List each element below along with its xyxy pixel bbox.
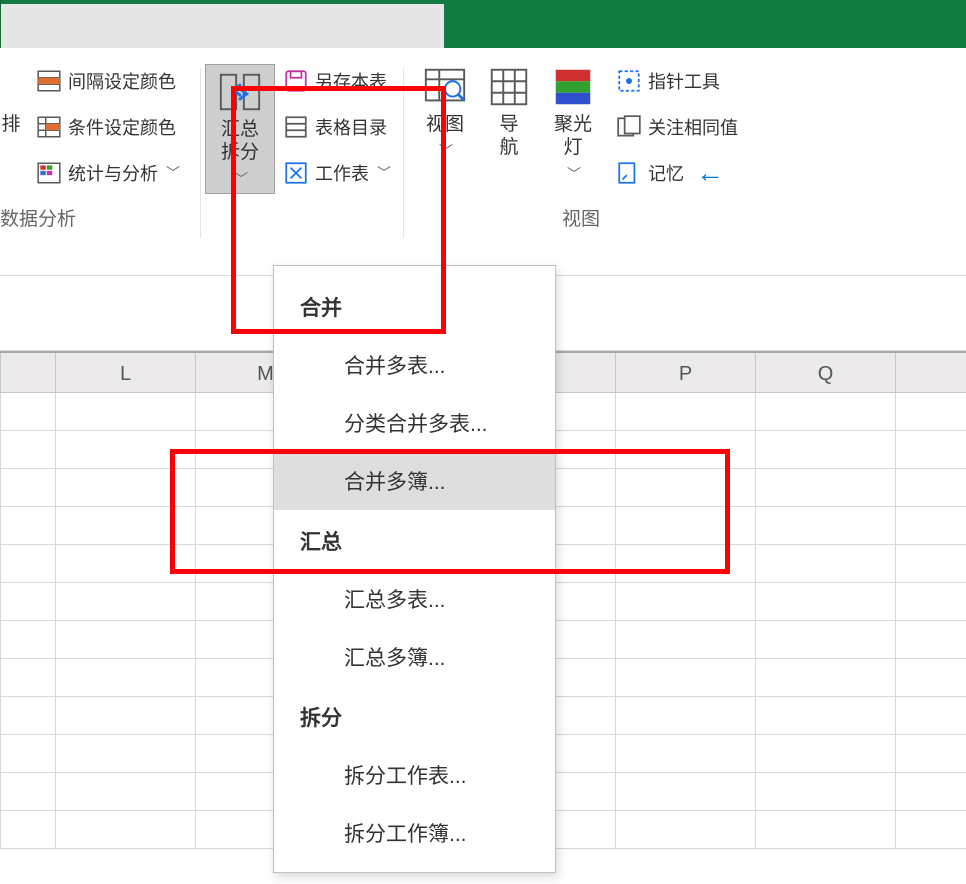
split-book-item[interactable]: 拆分工作簿...: [274, 804, 555, 862]
merge-books-item[interactable]: 合并多簿...: [274, 452, 555, 510]
titlebar-tab: [1, 0, 444, 48]
merge-sheets-item[interactable]: 合并多表...: [274, 336, 555, 394]
chevron-down-icon: ﹀: [234, 169, 248, 189]
grid-icon: [36, 68, 62, 94]
spotlight-button[interactable]: 聚光灯 ﹀: [544, 60, 602, 194]
view-label: 视图: [426, 114, 464, 137]
chevron-down-icon: ﹀: [439, 141, 453, 161]
spotlight-label: 聚光灯: [550, 114, 596, 160]
group1-label: 数据分析: [0, 194, 76, 241]
col-P[interactable]: P: [615, 353, 755, 393]
sheet-catalog-button[interactable]: 表格目录: [279, 108, 395, 146]
split-sheet-item[interactable]: 拆分工作表...: [274, 746, 555, 804]
sheet-catalog-label: 表格目录: [315, 114, 387, 140]
nav-label: 导航: [491, 114, 527, 160]
pointer-icon: [616, 68, 642, 94]
arrow-left-icon: ←: [696, 157, 724, 189]
view-button[interactable]: 视图 ﹀: [416, 60, 474, 194]
sum-sheets-item[interactable]: 汇总多表...: [274, 570, 555, 628]
worksheet-button[interactable]: 工作表 ﹀: [279, 154, 395, 192]
follow-icon: [616, 114, 642, 140]
worksheet-icon: [283, 160, 309, 186]
spotlight-icon: [550, 64, 596, 110]
group-data-analysis: 排 间隔设定颜色 条件设定颜色 统计与分析 ﹀: [0, 60, 196, 241]
nav-button[interactable]: 导航: [480, 60, 538, 194]
memory-label: 记忆: [648, 160, 684, 186]
follow-same-button[interactable]: 关注相同值: [612, 108, 742, 146]
dd-section-summary: 汇总: [274, 510, 555, 570]
titlebar: [0, 0, 966, 48]
summary-split-button[interactable]: 汇总拆分 ﹀: [205, 64, 275, 194]
group-view: 视图 ﹀ 导航 聚光灯 ﹀ 指针工具: [408, 60, 754, 241]
separator: [200, 68, 201, 238]
save-sheet-label: 另存本表: [315, 68, 387, 94]
chevron-down-icon: ﹀: [377, 163, 391, 183]
ribbon: 排 间隔设定颜色 条件设定颜色 统计与分析 ﹀: [0, 48, 966, 276]
sort-button[interactable]: 排: [0, 60, 28, 194]
save-sheet-icon: [283, 68, 309, 94]
pointer-tool-button[interactable]: 指针工具: [612, 62, 742, 100]
sort-label: 排: [1, 114, 20, 137]
cond-color-label: 条件设定颜色: [68, 114, 176, 140]
summary-split-dropdown: 合并 合并多表... 分类合并多表... 合并多簿... 汇总 汇总多表... …: [273, 265, 556, 873]
summary-split-label: 汇总拆分: [212, 119, 268, 165]
worksheet-label: 工作表: [315, 160, 369, 186]
dd-section-split: 拆分: [274, 686, 555, 746]
pointer-tool-label: 指针工具: [648, 68, 720, 94]
save-sheet-button[interactable]: 另存本表: [279, 62, 395, 100]
sum-books-item[interactable]: 汇总多簿...: [274, 628, 555, 686]
grid-cond-icon: [36, 114, 62, 140]
stats-button[interactable]: 统计与分析 ﹀: [32, 154, 184, 192]
memory-icon: [616, 160, 642, 186]
follow-same-label: 关注相同值: [648, 114, 738, 140]
cat-merge-sheets-item[interactable]: 分类合并多表...: [274, 394, 555, 452]
view-icon: [422, 64, 468, 110]
catalog-icon: [283, 114, 309, 140]
stats-icon: [36, 160, 62, 186]
stats-label: 统计与分析: [68, 160, 158, 186]
memory-button[interactable]: 记忆 ←: [612, 154, 742, 192]
chevron-down-icon: ﹀: [166, 163, 180, 183]
interval-color-button[interactable]: 间隔设定颜色: [32, 62, 184, 100]
cond-color-button[interactable]: 条件设定颜色: [32, 108, 184, 146]
group3-label: 视图: [562, 194, 600, 241]
dd-section-merge: 合并: [274, 276, 555, 336]
col-Q[interactable]: Q: [755, 353, 895, 393]
nav-icon: [486, 64, 532, 110]
separator: [403, 68, 404, 238]
col-L[interactable]: L: [55, 353, 195, 393]
interval-color-label: 间隔设定颜色: [68, 68, 176, 94]
split-merge-icon: [217, 69, 263, 115]
chevron-down-icon: ﹀: [567, 164, 581, 184]
